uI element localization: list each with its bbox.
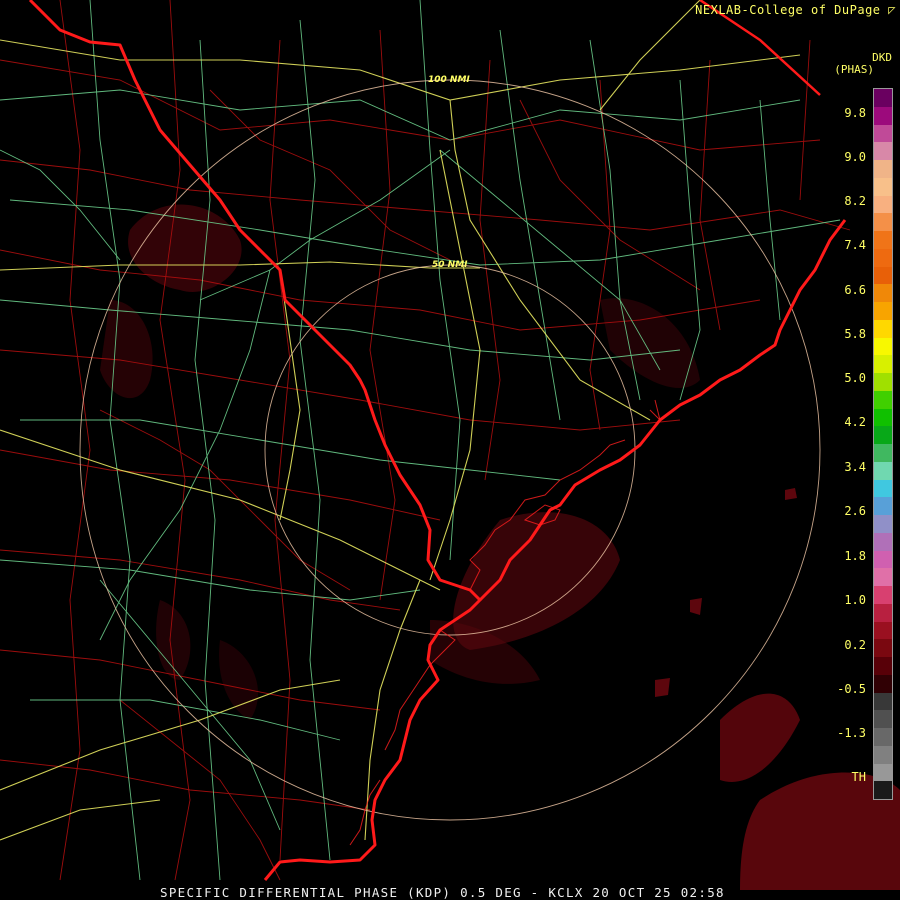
color-swatch <box>874 213 892 231</box>
color-swatch <box>874 745 892 764</box>
color-scale-tick: 0.2 <box>844 638 866 652</box>
color-scale-tick: TH <box>851 770 866 784</box>
product-label: DKD (PHAS) <box>834 52 892 76</box>
color-scale-tick: -1.3 <box>837 726 866 740</box>
color-swatch <box>874 89 892 107</box>
color-swatch <box>874 674 892 693</box>
color-swatch <box>874 160 892 178</box>
credit-text: NEXLAB-College of DuPage ◸ <box>695 3 896 17</box>
radar-map: 100 NMI 50 NMI <box>0 0 900 900</box>
color-swatch <box>874 763 892 782</box>
color-swatch <box>874 603 892 622</box>
color-scale-tick: 7.4 <box>844 238 866 252</box>
color-scale-tick: 4.2 <box>844 415 866 429</box>
color-swatch <box>874 106 892 125</box>
color-scale-tick: 5.0 <box>844 371 866 385</box>
color-swatch <box>874 231 892 249</box>
color-swatch <box>874 373 892 391</box>
range-ring-100-label: 100 NMI <box>428 75 470 85</box>
color-swatch <box>874 444 892 462</box>
color-swatch <box>874 728 892 746</box>
color-swatch <box>874 248 892 267</box>
color-swatch <box>874 461 892 480</box>
color-swatch <box>874 621 892 640</box>
color-swatch <box>874 479 892 498</box>
color-swatch <box>874 124 892 143</box>
color-swatch <box>874 355 892 373</box>
color-swatch <box>874 284 892 302</box>
color-swatch <box>874 568 892 586</box>
color-swatch <box>874 497 892 515</box>
color-scale-tick: 9.8 <box>844 106 866 120</box>
color-swatch <box>874 319 892 338</box>
color-swatch <box>874 532 892 551</box>
color-swatch <box>874 639 892 657</box>
color-swatch <box>874 337 892 356</box>
color-swatch <box>874 408 892 427</box>
color-scale-tick: 8.2 <box>844 194 866 208</box>
color-swatch <box>874 177 892 196</box>
color-swatch <box>874 550 892 569</box>
color-swatch <box>874 142 892 160</box>
color-swatch <box>874 781 892 799</box>
color-scale-tick: 1.8 <box>844 549 866 563</box>
color-swatch <box>874 657 892 675</box>
color-scale-tick: 2.6 <box>844 504 866 518</box>
credit-badge-icon: ◸ <box>888 3 896 17</box>
color-swatch <box>874 302 892 320</box>
color-scale-tick: 3.4 <box>844 460 866 474</box>
color-swatch <box>874 710 892 728</box>
range-ring-50-label: 50 NMI <box>432 260 468 270</box>
color-swatch <box>874 692 892 711</box>
product-unit: (PHAS) <box>834 63 874 76</box>
color-scale-tick: 6.6 <box>844 283 866 297</box>
color-swatch <box>874 195 892 214</box>
color-scale-tick: 9.0 <box>844 150 866 164</box>
color-swatch <box>874 390 892 409</box>
product-caption: SPECIFIC DIFFERENTIAL PHASE (KDP) 0.5 DE… <box>160 885 725 900</box>
color-swatch <box>874 266 892 285</box>
color-swatch <box>874 426 892 444</box>
color-swatch <box>874 586 892 604</box>
color-scale-tick: 1.0 <box>844 593 866 607</box>
color-swatch <box>874 515 892 533</box>
color-scale-tick: -0.5 <box>837 682 866 696</box>
color-scale-bar <box>873 88 893 800</box>
color-scale-tick: 5.8 <box>844 327 866 341</box>
